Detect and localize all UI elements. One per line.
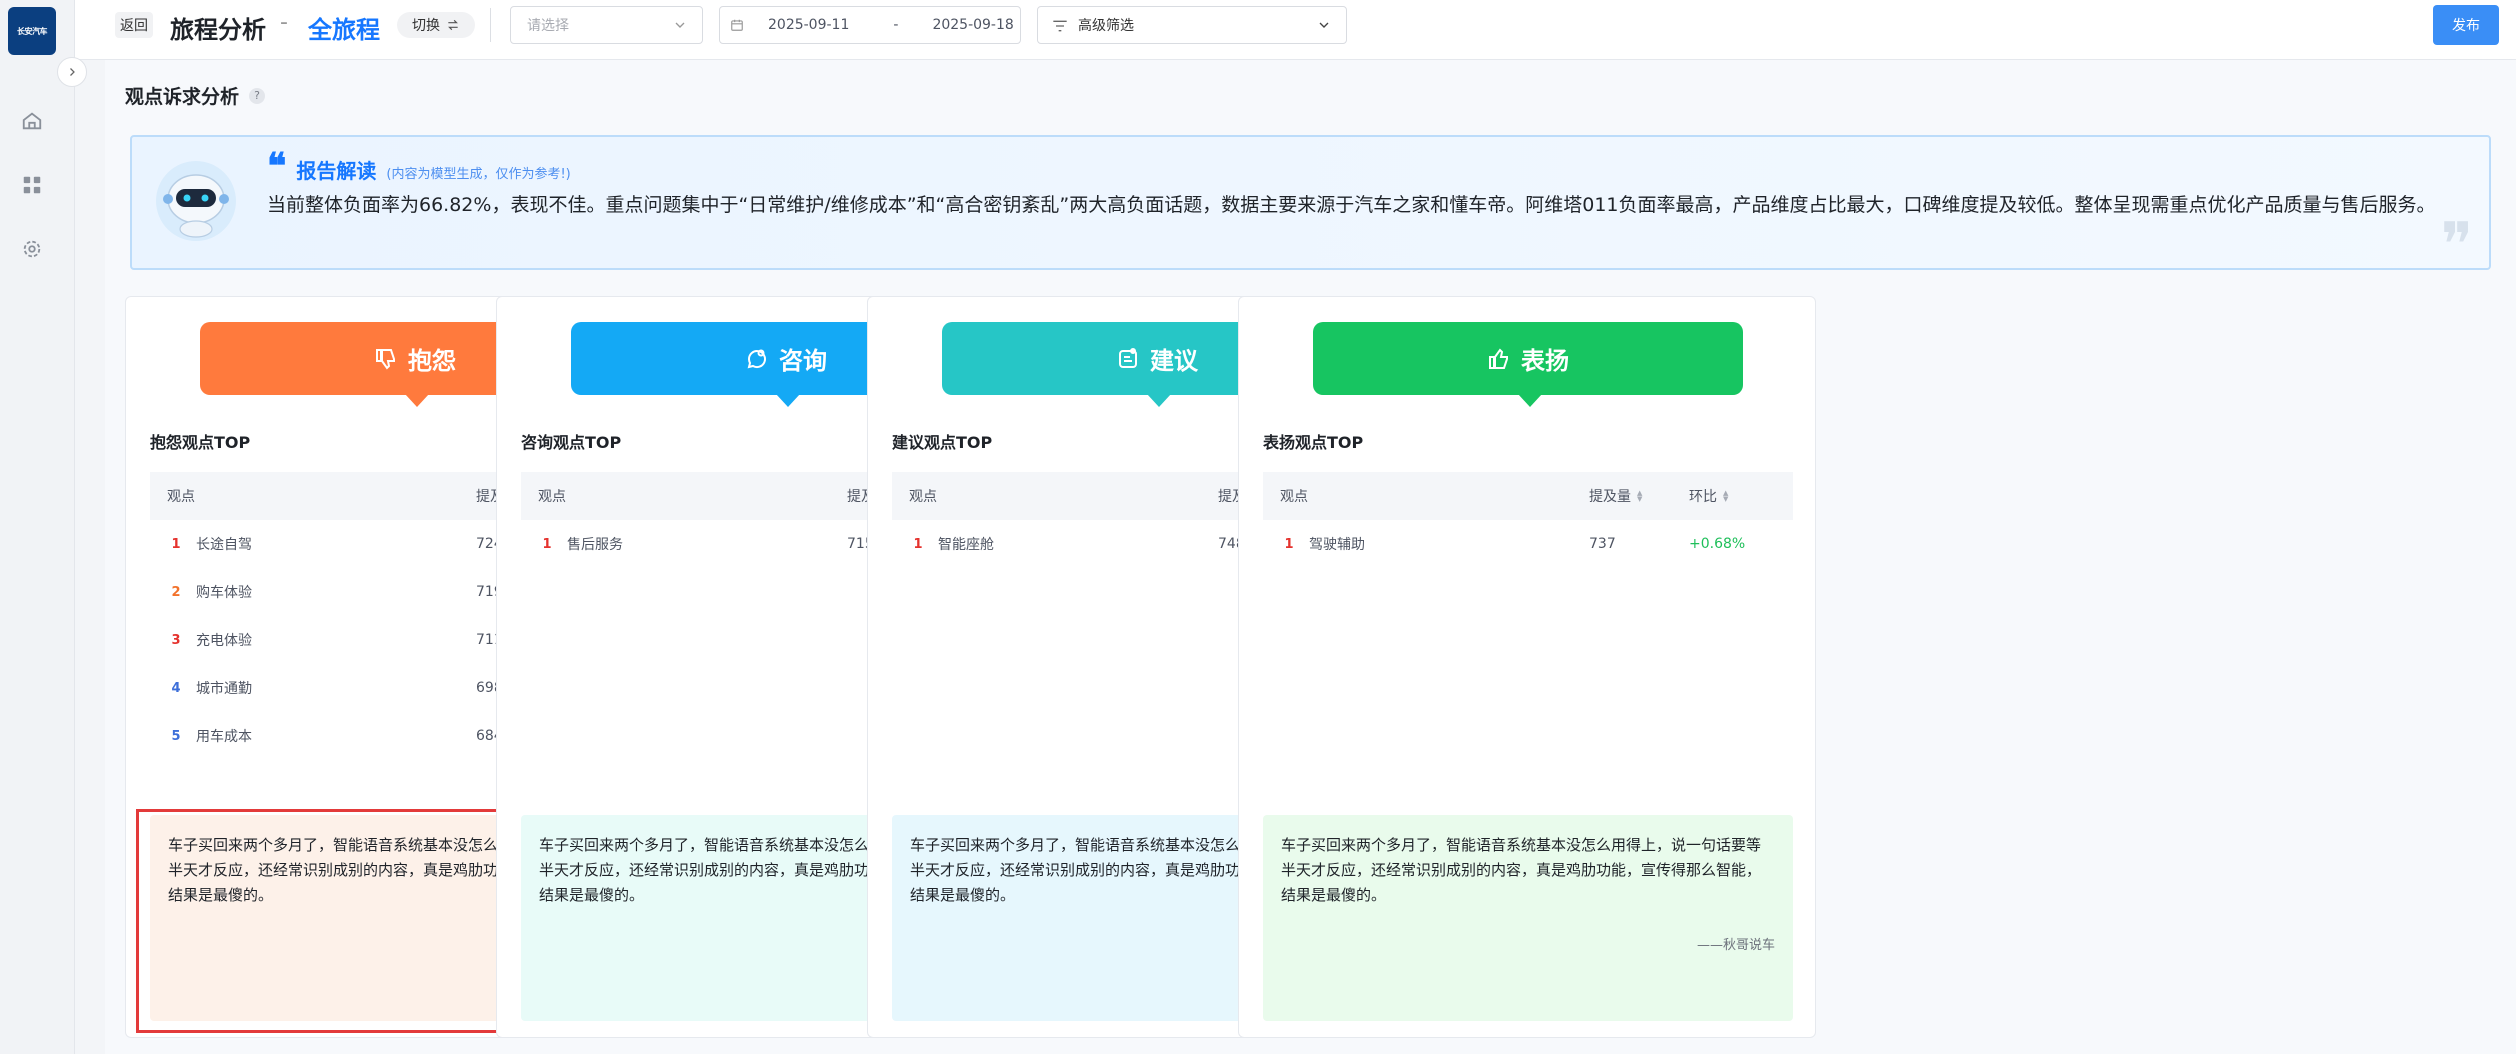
category-label: 咨询 bbox=[779, 347, 827, 375]
rank-badge: 4 bbox=[171, 680, 181, 696]
brand-logo[interactable]: 长安汽车 bbox=[8, 7, 56, 55]
card-subtitle: 抱怨观点TOP bbox=[150, 433, 251, 452]
report-text: 当前整体负面率为66.82%，表现不佳。重点问题集中于“日常维护/维修成本”和“… bbox=[267, 194, 2436, 216]
opinion-name: 购车体验 bbox=[196, 585, 252, 601]
opinion-cell: 4 城市通勤 bbox=[150, 678, 476, 698]
opinion-cell: 1 智能座舱 bbox=[892, 534, 1218, 554]
opinion-table: 观点 提及量 ▲ ▼ 环比 ▲ ▼ 1 驾驶辅助 737 +0.68% bbox=[1263, 472, 1793, 568]
advanced-filter-label: 高级筛选 bbox=[1078, 18, 1134, 34]
category-label: 表扬 bbox=[1521, 347, 1569, 375]
calendar-icon bbox=[731, 19, 743, 31]
opinion-cell: 1 售后服务 bbox=[521, 534, 847, 554]
switch-button[interactable]: 切换 bbox=[397, 12, 475, 38]
opinion-name: 驾驶辅助 bbox=[1309, 537, 1365, 553]
title-separator: - bbox=[280, 10, 288, 35]
left-rail: 长安汽车 bbox=[0, 0, 75, 1054]
report-summary: ❝ 报告解读 (内容为模型生成，仅作为参考!) 当前整体负面率为66.82%，表… bbox=[130, 135, 2491, 280]
switch-icon bbox=[448, 19, 458, 31]
back-button[interactable]: 返回 bbox=[115, 12, 153, 38]
opinion-cell: 1 驾驶辅助 bbox=[1263, 534, 1589, 554]
suggestion-icon bbox=[1119, 347, 1137, 368]
publish-button[interactable]: 发布 bbox=[2433, 5, 2499, 45]
section-title: 观点诉求分析 bbox=[125, 86, 240, 108]
report-note: (内容为模型生成，仅作为参考!) bbox=[386, 167, 571, 182]
advanced-filter-select[interactable]: 高级筛选 bbox=[1037, 6, 1347, 44]
rank-badge: 2 bbox=[171, 584, 181, 600]
mention-count: 737 bbox=[1589, 536, 1616, 552]
opinion-name: 售后服务 bbox=[567, 537, 623, 553]
quote-box: 车子买回来两个多月了，智能语音系统基本没怎么用得上，说一句话要等半天才反应，还经… bbox=[1263, 815, 1793, 1021]
header-mentions[interactable]: 提及量 ▲▼ bbox=[1589, 486, 1689, 506]
card-subtitle: 咨询观点TOP bbox=[521, 433, 622, 452]
settings-icon[interactable] bbox=[17, 234, 47, 264]
opinion-name: 长途自驾 bbox=[196, 537, 252, 553]
rank-badge: 1 bbox=[542, 536, 552, 552]
report-title: 报告解读 bbox=[296, 159, 377, 183]
header-opinion: 观点 bbox=[1280, 489, 1308, 505]
header-change-label: 环比 bbox=[1689, 489, 1717, 505]
divider bbox=[490, 8, 491, 42]
table-row[interactable]: 1 驾驶辅助 737 +0.68% bbox=[1263, 520, 1793, 568]
switch-label: 切换 bbox=[412, 18, 440, 34]
card-subtitle: 表扬观点TOP bbox=[1263, 433, 1364, 452]
card-subtitle: 建议观点TOP bbox=[892, 433, 993, 452]
thumbs-up-icon bbox=[1489, 347, 1508, 369]
home-icon[interactable] bbox=[17, 106, 47, 136]
header-opinion: 观点 bbox=[909, 489, 937, 505]
journey-select[interactable]: 请选择 bbox=[510, 6, 703, 44]
chevron-down-icon bbox=[675, 22, 685, 28]
apps-icon[interactable] bbox=[17, 170, 47, 200]
main-content: 观点诉求分析 ? ❝ 报告解读 (内容为模型生成，仅作为参考!) 当前整体负面率… bbox=[105, 60, 2516, 1054]
rank-badge: 1 bbox=[171, 536, 181, 552]
filter-icon bbox=[1053, 20, 1067, 32]
change-rate: +0.68% bbox=[1689, 536, 1746, 552]
category-label: 建议 bbox=[1150, 347, 1198, 375]
rank-badge: 5 bbox=[171, 728, 181, 744]
category-label: 抱怨 bbox=[408, 347, 456, 375]
opinion-cell: 5 用车成本 bbox=[150, 726, 476, 746]
opinion-name: 智能座舱 bbox=[938, 537, 994, 553]
date-range-picker[interactable]: 2025-09-11 - 2025-09-18 bbox=[719, 6, 1021, 44]
quote-author: ——秋哥说车 bbox=[1696, 938, 1775, 953]
date-separator: - bbox=[893, 17, 899, 33]
chevron-right-icon bbox=[70, 68, 75, 76]
sort-icon[interactable]: ▲▼ bbox=[1637, 490, 1642, 503]
select-placeholder: 请选择 bbox=[527, 18, 569, 34]
rank-badge: 1 bbox=[913, 536, 923, 552]
robot-avatar-icon bbox=[156, 161, 236, 241]
sidebar-toggle-button[interactable] bbox=[57, 57, 87, 87]
report-header: ❝ 报告解读 (内容为模型生成，仅作为参考!) bbox=[267, 145, 571, 187]
quote-close-icon: ❞ bbox=[2440, 210, 2473, 280]
date-end[interactable]: 2025-09-18 bbox=[932, 17, 1013, 33]
opinion-cell: 2 购车体验 bbox=[150, 582, 476, 602]
header-change[interactable]: 环比 ▲▼ bbox=[1689, 486, 1789, 506]
section-header: 观点诉求分析 ? bbox=[125, 82, 266, 109]
opinion-name: 城市通勤 bbox=[196, 681, 252, 697]
opinion-name: 用车成本 bbox=[196, 729, 252, 745]
rank-badge: 3 bbox=[171, 632, 181, 648]
page-title: 旅程分析 bbox=[170, 16, 266, 44]
thumbs-down-icon bbox=[376, 348, 395, 370]
chat-icon bbox=[747, 349, 766, 368]
top-bar: 返回 旅程分析 - 全旅程 切换 请选择 2025-09-11 - 2025-0… bbox=[75, 0, 2516, 60]
header-mentions-label: 提及量 bbox=[1589, 489, 1631, 505]
table-header: 观点 提及量 ▲▼ 环比 ▲▼ bbox=[1263, 472, 1793, 520]
help-icon[interactable]: ? bbox=[249, 87, 266, 104]
rank-badge: 1 bbox=[1284, 536, 1294, 552]
sort-icon[interactable]: ▲▼ bbox=[1723, 490, 1728, 503]
header-opinion: 观点 bbox=[538, 489, 566, 505]
opinion-cell: 1 长途自驾 bbox=[150, 534, 476, 554]
opinion-cell: 3 充电体验 bbox=[150, 630, 476, 650]
logo-text: 长安汽车 bbox=[17, 26, 48, 36]
date-start[interactable]: 2025-09-11 bbox=[768, 17, 849, 33]
category-tab[interactable]: 表扬 bbox=[1313, 322, 1743, 407]
opinion-card: 表扬 表扬观点TOP 观点 提及量 ▲ ▼ 环比 ▲ ▼ 1 驾驶辅助 737 +0.6… bbox=[1238, 296, 1816, 1038]
quote-text: 车子买回来两个多月了，智能语音系统基本没怎么用得上，说一句话要等半天才反应，还经… bbox=[1281, 836, 1762, 904]
opinion-name: 充电体验 bbox=[196, 633, 252, 649]
active-journey: 全旅程 bbox=[308, 16, 380, 44]
quote-open-icon: ❝ bbox=[267, 145, 287, 187]
chevron-down-icon bbox=[1319, 22, 1329, 28]
header-opinion: 观点 bbox=[167, 489, 195, 505]
